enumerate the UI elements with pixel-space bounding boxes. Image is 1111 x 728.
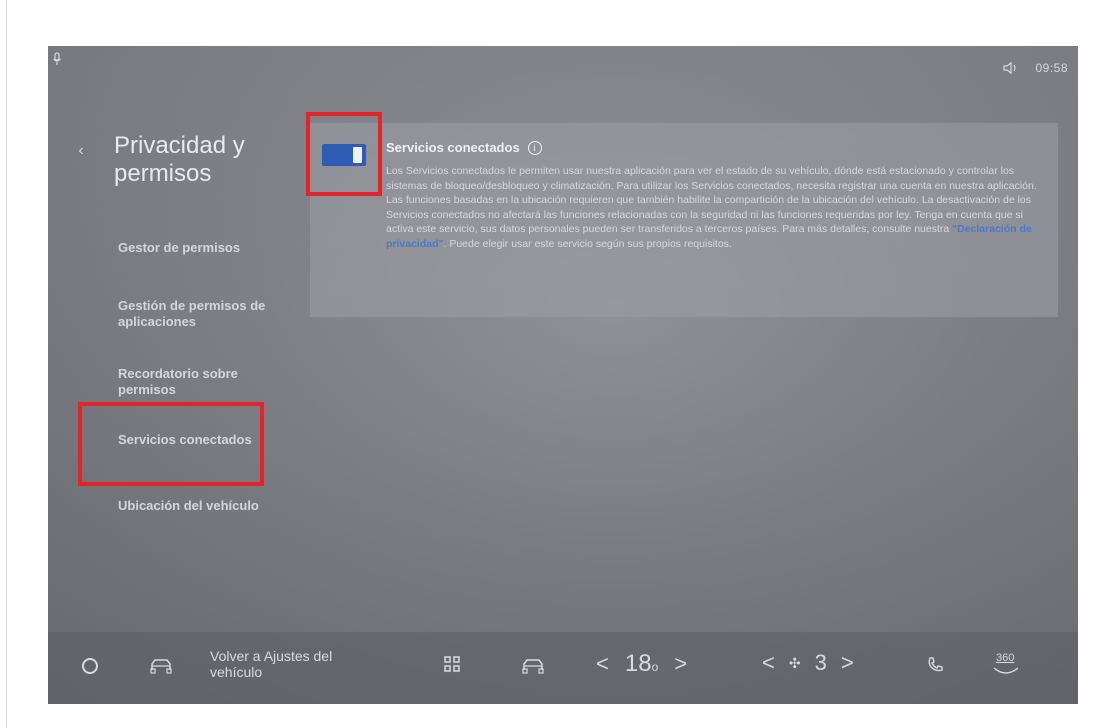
bottom-nav-bar: Volver a Ajustes del vehículo < 18 o > <… <box>48 632 1078 704</box>
temp-increase-button[interactable]: > <box>674 651 687 677</box>
content-title: Servicios conectados i <box>386 140 542 155</box>
sidebar-item-gestor-de-permisos[interactable]: Gestor de permisos <box>118 240 288 256</box>
temperature-unit: o <box>651 660 659 674</box>
fan-icon: ✣ <box>788 654 801 671</box>
info-icon[interactable]: i <box>527 140 542 155</box>
content-title-text: Servicios conectados <box>386 140 520 155</box>
fan-level-value: 3 <box>814 650 827 675</box>
sidebar-item-gestion-de-permisos-apps[interactable]: Gestión de permisos de aplicaciones <box>118 298 288 330</box>
description-text-after: . Puede elegir usar este servicio según … <box>443 237 732 250</box>
microphone-icon[interactable] <box>52 52 62 66</box>
apps-grid-icon[interactable] <box>444 656 460 672</box>
sidebar-item-recordatorio-permisos[interactable]: Recordatorio sobre permisos <box>118 366 288 398</box>
temp-decrease-button[interactable]: < <box>596 651 609 677</box>
sidebar-highlight-box <box>78 402 264 486</box>
status-time: 09:58 <box>1035 61 1068 75</box>
description-text-before: Los Servicios conectados le permiten usa… <box>386 165 1037 235</box>
camera-360-icon <box>993 667 1019 674</box>
temperature-control: < 18 o > <box>596 650 687 678</box>
content-description: Los Servicios conectados le permiten usa… <box>386 164 1050 251</box>
seat-icon[interactable] <box>522 658 544 674</box>
phone-icon[interactable] <box>926 656 944 674</box>
left-rule <box>6 0 7 728</box>
fan-control: < ✣ 3 > <box>762 650 854 676</box>
page-title: Privacidad y permisos <box>114 132 245 187</box>
fan-increase-button[interactable]: > <box>841 650 854 676</box>
camera-360-button[interactable]: 360 <box>996 652 1014 664</box>
fan-decrease-button[interactable]: < <box>762 650 775 676</box>
home-icon[interactable] <box>82 658 98 674</box>
sidebar-item-ubicacion-vehiculo[interactable]: Ubicación del vehículo <box>118 498 288 514</box>
status-bar: 09:58 <box>1003 58 1068 78</box>
temperature-value: 18 <box>624 650 652 677</box>
toggle-highlight-box <box>306 112 382 196</box>
back-to-vehicle-settings-button[interactable]: Volver a Ajustes del vehículo <box>210 648 360 680</box>
volume-icon[interactable] <box>1003 61 1019 75</box>
infotainment-screen: 09:58 ‹ Privacidad y permisos Gestor de … <box>48 46 1078 704</box>
car-icon[interactable] <box>150 658 172 674</box>
back-chevron-icon[interactable]: ‹ <box>70 140 92 162</box>
